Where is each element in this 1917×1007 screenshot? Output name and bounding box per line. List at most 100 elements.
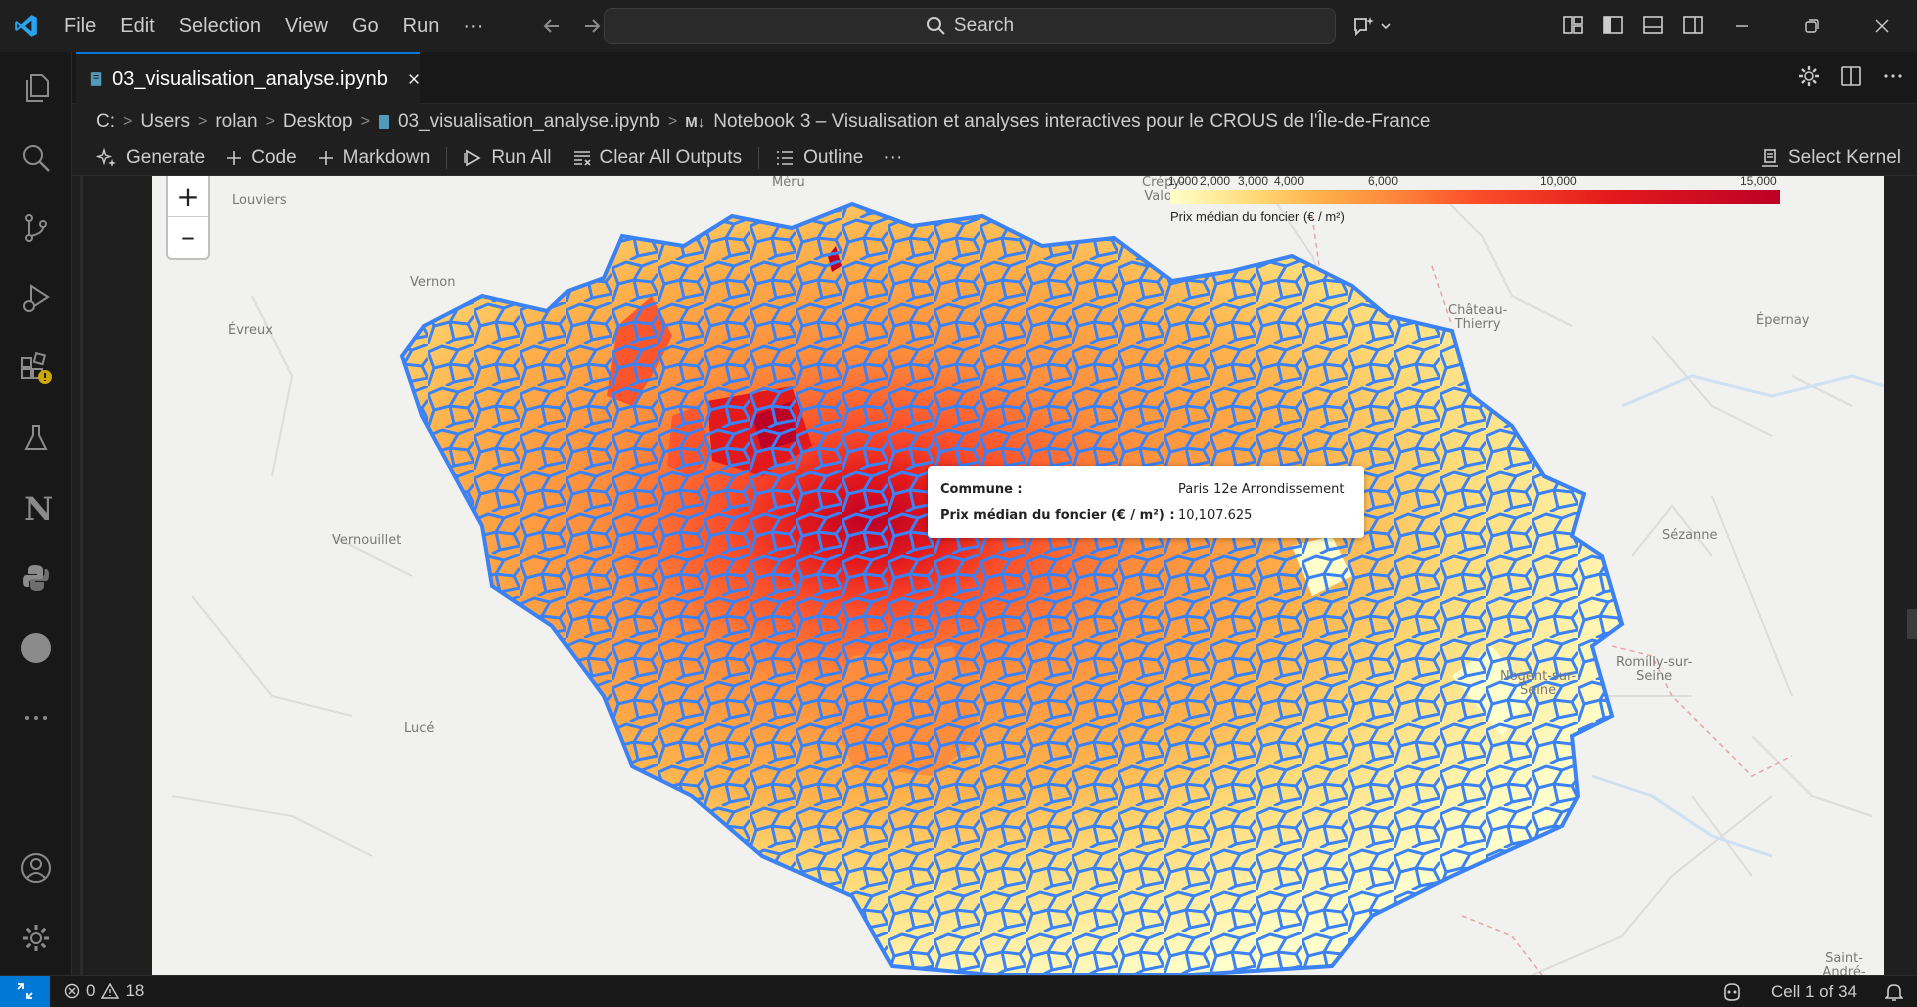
menu-view[interactable]: View <box>273 0 340 52</box>
copilot-status-icon[interactable] <box>1721 982 1743 1002</box>
place-label: Nogent-sur- Seine <box>1500 669 1577 698</box>
command-center-search[interactable]: Search <box>604 8 1336 44</box>
choropleth-map[interactable] <box>152 176 1884 975</box>
more-actions-icon[interactable] <box>1881 64 1905 88</box>
back-arrow-icon[interactable] <box>539 13 565 39</box>
menu-more[interactable]: ··· <box>451 0 495 52</box>
source-control-icon[interactable] <box>14 206 58 250</box>
place-label: Louviers <box>232 193 287 208</box>
breadcrumb-users[interactable]: Users <box>140 111 190 133</box>
accounts-icon[interactable] <box>14 846 58 890</box>
chevron-right-icon: > <box>667 113 678 130</box>
place-label: Vernon <box>410 275 456 290</box>
place-label: Évreux <box>228 323 273 338</box>
place-label: Vernouillet <box>332 533 402 548</box>
remote-icon <box>17 983 33 999</box>
notebook-file-icon <box>90 72 102 86</box>
minimize-icon[interactable] <box>1707 0 1777 52</box>
close-window-icon[interactable] <box>1847 0 1917 52</box>
toggle-panel-icon[interactable] <box>1640 10 1666 40</box>
chevron-right-icon: > <box>197 113 208 130</box>
clear-all-outputs-button[interactable]: Clear All Outputs <box>562 147 753 169</box>
remote-indicator[interactable] <box>0 975 50 1007</box>
menu-selection[interactable]: Selection <box>167 0 273 52</box>
svg-text:N: N <box>24 492 52 524</box>
outline-button[interactable]: Outline <box>765 147 873 169</box>
chevron-right-icon: > <box>265 113 275 130</box>
extensions-icon[interactable] <box>14 346 58 390</box>
breadcrumb-heading[interactable]: Notebook 3 – Visualisation et analyses i… <box>713 111 1430 133</box>
error-count: 0 <box>86 981 96 1000</box>
map-legend: 1,000 2,000 3,000 4,000 6,000 10,000 15,… <box>1168 176 1790 226</box>
add-code-cell-button[interactable]: Code <box>215 147 306 169</box>
more-views-icon[interactable] <box>14 696 58 740</box>
plus-icon <box>318 150 333 165</box>
breadcrumb-drive[interactable]: C: <box>96 111 115 133</box>
notebook-toolbar: Generate Code Markdown Run All Clear All… <box>72 140 1917 176</box>
run-all-button[interactable]: Run All <box>453 147 561 169</box>
legend-tick: 6,000 <box>1368 176 1399 188</box>
zoom-in-button[interactable]: + <box>168 176 208 216</box>
menu-edit[interactable]: Edit <box>108 0 166 52</box>
place-label: Château- Thierry <box>1448 303 1508 332</box>
run-debug-icon[interactable] <box>14 276 58 320</box>
toolbar-more-button[interactable]: ··· <box>873 147 912 169</box>
nav-arrows <box>539 13 605 39</box>
clear-all-outputs-label: Clear All Outputs <box>599 146 743 168</box>
menu-file[interactable]: File <box>52 0 108 52</box>
markdown-label: Markdown <box>342 146 431 168</box>
menu-bar: File Edit Selection View Go Run ··· <box>52 0 495 52</box>
search-sidebar-icon[interactable] <box>14 136 58 180</box>
breadcrumb-file[interactable]: 03_visualisation_analyse.ipynb <box>398 111 660 133</box>
menu-go[interactable]: Go <box>340 0 391 52</box>
settings-gear-icon[interactable] <box>1797 64 1821 88</box>
commune-borders <box>402 204 1622 975</box>
legend-tick: 15,000 <box>1740 176 1777 188</box>
close-tab-icon[interactable] <box>408 72 420 86</box>
generate-button[interactable]: Generate <box>86 147 215 169</box>
restore-icon[interactable] <box>1777 0 1847 52</box>
copilot-menu-button[interactable] <box>1352 12 1398 40</box>
zoom-out-button[interactable]: – <box>168 216 208 256</box>
place-label: Romilly-sur- Seine <box>1616 655 1693 684</box>
activity-bar: N <box>0 52 72 975</box>
customize-layout-icon[interactable] <box>1560 10 1586 40</box>
legend-color-scale <box>1170 190 1780 204</box>
search-label: Search <box>953 15 1015 36</box>
breadcrumb-rolan[interactable]: rolan <box>215 111 257 133</box>
title-bar: File Edit Selection View Go Run ··· Sear… <box>0 0 1917 52</box>
status-bar-right: Cell 1 of 34 <box>1721 976 1903 1007</box>
select-kernel-button[interactable]: Select Kernel <box>1760 140 1901 176</box>
circle-extension-icon[interactable] <box>14 626 58 670</box>
tab-notebook[interactable]: 03_visualisation_analyse.ipynb <box>76 52 420 104</box>
breadcrumb-desktop[interactable]: Desktop <box>283 111 353 133</box>
explorer-icon[interactable] <box>14 66 58 110</box>
notion-n-icon[interactable]: N <box>14 486 58 530</box>
select-kernel-label: Select Kernel <box>1787 147 1901 168</box>
python-icon[interactable] <box>14 556 58 600</box>
manage-gear-icon[interactable] <box>14 916 58 960</box>
split-editor-icon[interactable] <box>1839 64 1863 88</box>
add-markdown-cell-button[interactable]: Markdown <box>307 147 441 169</box>
toggle-primary-sidebar-icon[interactable] <box>1600 10 1626 40</box>
problems-indicator[interactable]: 0 18 <box>64 981 144 1001</box>
overview-ruler-marker[interactable] <box>1907 609 1917 639</box>
warning-icon <box>101 983 120 999</box>
notebook-file-icon <box>378 115 389 129</box>
ile-de-france-region[interactable] <box>352 176 1652 975</box>
place-label: Lucé <box>404 721 435 736</box>
menu-run[interactable]: Run <box>391 0 452 52</box>
testing-flask-icon[interactable] <box>14 416 58 460</box>
tooltip-row-commune: Commune : Paris 12e Arrondissement <box>940 476 1352 502</box>
map-output[interactable]: Louviers Méru Vernon Évreux Château- Thi… <box>152 176 1884 975</box>
notifications-bell-icon[interactable] <box>1885 982 1903 1002</box>
forward-arrow-icon[interactable] <box>579 13 605 39</box>
breadcrumb: C: > Users > rolan > Desktop > 03_visual… <box>72 104 1917 140</box>
toggle-secondary-sidebar-icon[interactable] <box>1680 10 1706 40</box>
generate-label: Generate <box>126 146 206 168</box>
sparkle-icon <box>96 147 116 167</box>
list-outline-icon <box>777 150 794 165</box>
toolbar-divider <box>758 146 760 169</box>
cell-position[interactable]: Cell 1 of 34 <box>1771 982 1857 1002</box>
place-label: Saint-André- <box>1822 951 1866 976</box>
